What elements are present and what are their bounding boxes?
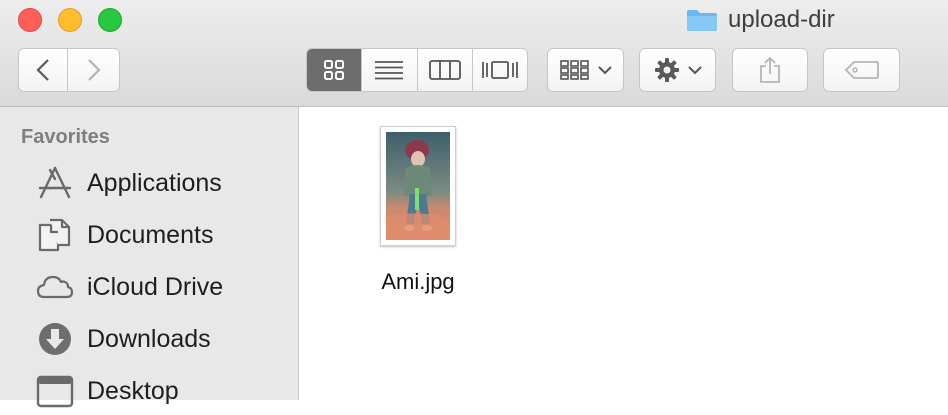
window-title: upload-dir [686,6,835,34]
list-view-icon [375,61,404,80]
sidebar-item-label: Applications [87,168,222,197]
sidebar-item-downloads[interactable]: Downloads [0,315,298,363]
arrange-grid-icon [559,60,589,80]
desktop-icon [36,375,74,408]
sidebar-item-label: iCloud Drive [87,272,224,301]
sidebar-item-icloud-drive[interactable]: iCloud Drive [0,263,298,311]
tag-icon [844,61,879,79]
share-icon [760,56,780,83]
view-mode-control [306,48,528,92]
zoom-window-button[interactable] [98,8,122,32]
documents-icon [38,218,71,252]
share-button[interactable] [732,48,808,92]
cover-flow-view-button[interactable] [471,49,527,91]
file-name: Ami.jpg [381,269,455,294]
window-title-text: upload-dir [728,6,835,33]
image-thumbnail [380,126,456,246]
icon-view-button[interactable] [307,49,362,91]
chevron-left-icon [36,59,49,81]
minimize-window-button[interactable] [58,8,82,32]
chevron-down-icon [687,66,702,75]
tag-button[interactable] [823,48,900,92]
cloud-icon [36,275,74,299]
folder-icon [687,10,717,31]
list-view-button[interactable] [361,49,416,91]
sidebar-item-applications[interactable]: Applications [0,159,298,207]
sidebar-item-desktop[interactable]: Desktop [0,367,298,415]
sidebar: Favorites Applications Documents iCloud … [0,107,299,408]
column-view-button[interactable] [416,49,472,91]
close-window-button[interactable] [18,8,42,32]
forward-button[interactable] [67,48,120,92]
arrange-button[interactable] [547,48,624,92]
sidebar-item-label: Desktop [87,376,179,405]
sidebar-heading: Favorites [21,126,110,148]
sidebar-item-label: Documents [87,220,214,249]
cover-flow-view-icon [481,61,518,79]
downloads-icon [39,323,71,355]
column-view-icon [428,60,461,80]
back-button[interactable] [18,48,68,92]
toolbar: upload-dir [0,0,948,107]
action-button[interactable] [639,48,716,92]
sidebar-item-label: Downloads [87,324,211,353]
sidebar-item-documents[interactable]: Documents [0,211,298,259]
applications-icon [38,166,72,199]
gear-icon [654,58,679,82]
icon-view-icon [324,60,345,80]
chevron-down-icon [597,66,612,75]
chevron-right-icon [87,59,101,81]
